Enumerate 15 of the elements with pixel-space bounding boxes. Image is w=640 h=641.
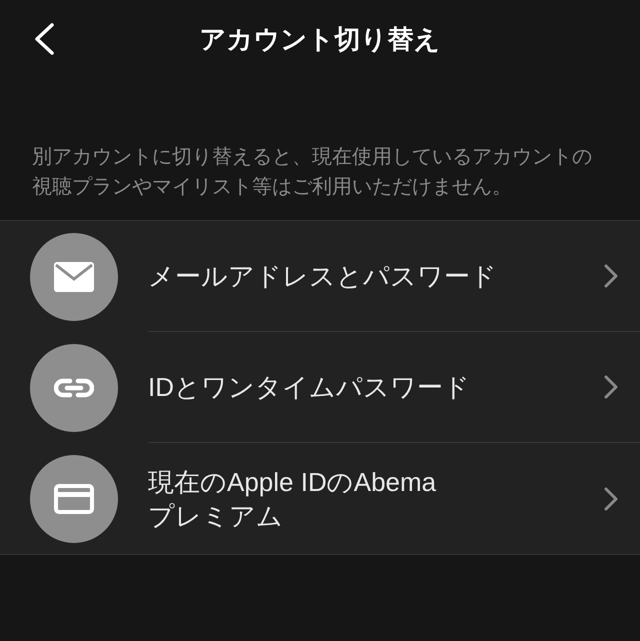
option-label: IDとワンタイムパスワード [148,371,471,404]
envelope-icon [54,262,94,292]
account-option[interactable]: 現在のApple IDのAbema プレミアム [0,443,640,554]
option-label: メールアドレスとパスワード [148,260,498,293]
chevron-right-icon [604,375,618,399]
link-icon [54,378,94,398]
back-icon[interactable] [33,22,55,56]
account-option[interactable]: メールアドレスとパスワード [0,221,640,332]
chevron-right-icon [604,486,618,510]
chevron-right-icon [604,264,618,288]
page-title: アカウント切り替え [200,22,440,56]
card-icon [54,484,94,514]
description-text: 別アカウントに切り替えると、現在使用しているアカウントの視聴プランやマイリスト等はご利用いただけません。 [31,145,593,200]
account-option[interactable]: IDとワンタイムパスワード [0,332,640,443]
option-label: 現在のApple IDのAbema プレミアム [148,466,438,532]
